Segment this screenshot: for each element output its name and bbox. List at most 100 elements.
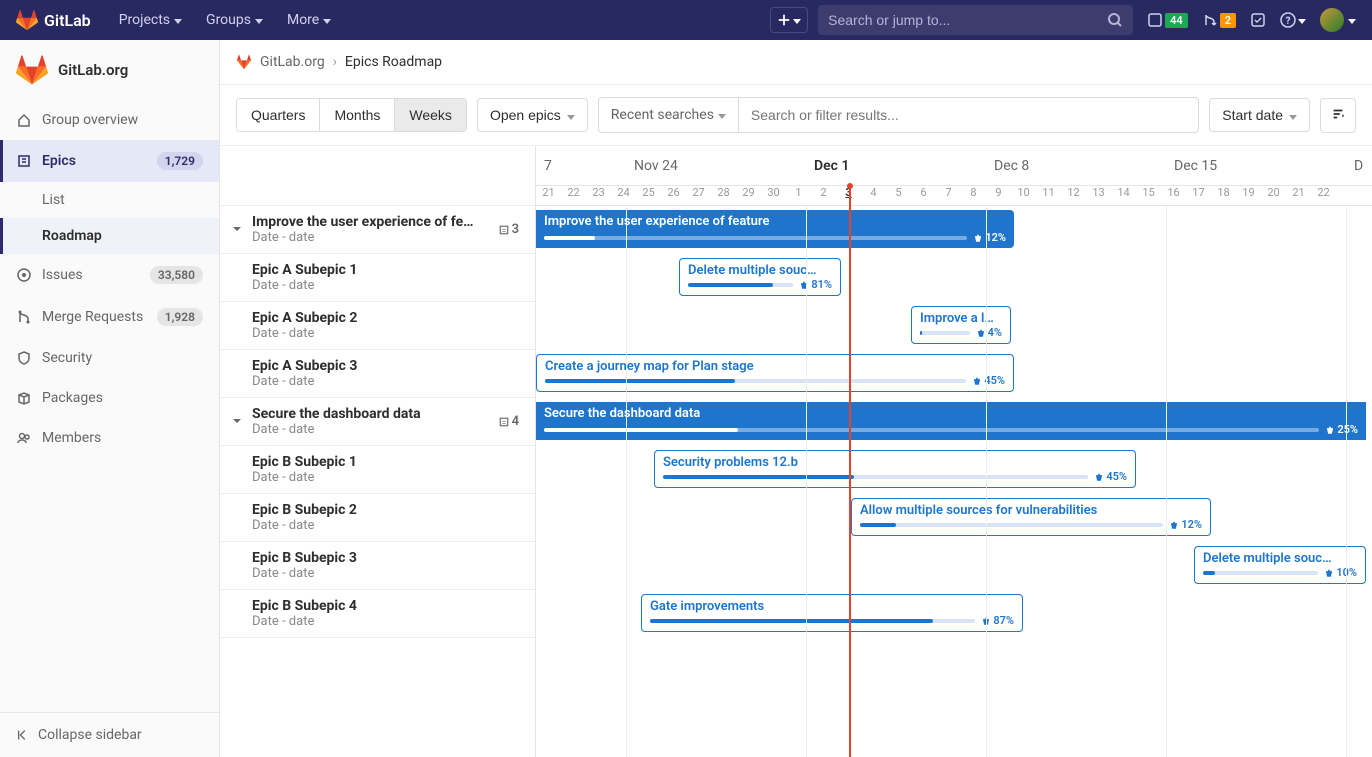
epic-bar[interactable]: Improve a l… 4%	[911, 306, 1011, 344]
track-row: Improve a l… 4%	[536, 302, 1372, 350]
day-cell: 27	[686, 186, 711, 205]
breadcrumb-separator: ›	[333, 54, 337, 70]
epic-row[interactable]: Epic A Subepic 2Date - date	[220, 302, 535, 350]
epic-title: Epic A Subepic 3	[252, 358, 519, 374]
sidebar-item-security[interactable]: Security	[0, 338, 219, 378]
progress-bar	[545, 379, 966, 383]
chevron-down-icon[interactable]	[232, 414, 248, 430]
todos-shortcut[interactable]	[1250, 12, 1266, 28]
timescale-weeks[interactable]: Weeks	[395, 99, 466, 131]
bar-title: Create a journey map for Plan stage	[545, 359, 1005, 374]
bar-title: Gate improvements	[650, 599, 1014, 614]
week-label: Nov 24	[626, 158, 678, 174]
search-input[interactable]	[828, 12, 1107, 28]
sidebar-item-group-overview[interactable]: Group overview	[0, 100, 219, 140]
epic-bar[interactable]: Allow multiple sources for vulnerabiliti…	[851, 498, 1211, 536]
epic-bar[interactable]: Delete multiple souc… 81%	[679, 258, 841, 296]
open-epics-dropdown[interactable]: Open epics	[477, 98, 588, 132]
recent-searches-dropdown[interactable]: Recent searches	[599, 98, 739, 132]
weight-icon	[1169, 520, 1179, 530]
epic-date: Date - date	[252, 374, 519, 389]
sidebar-item-merge-requests[interactable]: Merge Requests1,928	[0, 296, 219, 338]
today-marker	[849, 186, 851, 757]
day-cell: 5	[886, 186, 911, 205]
new-menu-button[interactable]	[770, 7, 808, 33]
epic-bar[interactable]: Improve the user experience of feature 1…	[536, 210, 1014, 248]
todo-icon	[1250, 12, 1266, 28]
bar-title: Security problems 12.b	[663, 455, 1127, 470]
progress-percent: 12%	[1169, 518, 1202, 531]
day-cell: 4	[861, 186, 886, 205]
timeline-area[interactable]: 7Nov 24Dec 1Dec 8Dec 15D 212223242526272…	[536, 146, 1372, 757]
badge-green: 44	[1165, 13, 1188, 28]
weight-icon	[972, 376, 982, 386]
sort-icon	[1331, 107, 1345, 121]
progress-percent: 4%	[976, 326, 1002, 339]
day-cell: 12	[1061, 186, 1086, 205]
week-label: Dec 15	[1166, 158, 1217, 174]
track-row: Secure the dashboard data 25%	[536, 398, 1372, 446]
day-cell: 18	[1211, 186, 1236, 205]
epic-row[interactable]: Epic B Subepic 2Date - date	[220, 494, 535, 542]
toolbar: QuartersMonthsWeeks Open epics Recent se…	[220, 85, 1372, 145]
breadcrumb-group[interactable]: GitLab.org	[260, 54, 325, 70]
epic-bar[interactable]: Security problems 12.b 45%	[654, 450, 1136, 488]
gitlab-logo[interactable]: GitLab	[16, 9, 91, 31]
start-date-dropdown[interactable]: Start date	[1209, 98, 1310, 132]
sort-direction-button[interactable]	[1320, 98, 1356, 133]
filter-input[interactable]	[739, 107, 1198, 123]
progress-percent: 10%	[1324, 566, 1357, 579]
bar-title: Delete multiple souc…	[1203, 551, 1357, 566]
epic-row[interactable]: Epic A Subepic 3Date - date	[220, 350, 535, 398]
bar-title: Secure the dashboard data	[544, 406, 1358, 421]
project-header[interactable]: GitLab.org	[0, 40, 219, 100]
weight-icon	[799, 280, 809, 290]
collapse-sidebar-button[interactable]: Collapse sidebar	[0, 712, 219, 757]
nav-more[interactable]: More	[277, 6, 341, 34]
breadcrumb-page: Epics Roadmap	[345, 54, 442, 70]
sidebar-sub-list[interactable]: List	[0, 182, 219, 218]
epic-bar[interactable]: Delete multiple souc… 10%	[1194, 546, 1366, 584]
epic-row[interactable]: Improve the user experience of fe…Date -…	[220, 206, 535, 254]
sidebar-item-members[interactable]: Members	[0, 418, 219, 458]
sidebar-item-label: Issues	[42, 267, 83, 283]
epic-row[interactable]: Epic B Subepic 1Date - date	[220, 446, 535, 494]
timescale-quarters[interactable]: Quarters	[237, 99, 320, 131]
sidebar-item-count: 33,580	[150, 266, 203, 284]
progress-bar	[920, 331, 970, 335]
epic-row[interactable]: Epic B Subepic 4Date - date	[220, 590, 535, 638]
user-menu[interactable]	[1320, 8, 1356, 32]
epic-date: Date - date	[252, 566, 519, 581]
epic-row[interactable]: Epic A Subepic 1Date - date	[220, 254, 535, 302]
epic-bar[interactable]: Secure the dashboard data 25%	[536, 402, 1366, 440]
epic-bar[interactable]: Gate improvements 87%	[641, 594, 1023, 632]
epic-title: Epic B Subepic 3	[252, 550, 519, 566]
bar-title: Improve the user experience of feature	[544, 214, 1006, 229]
global-search[interactable]	[818, 5, 1133, 35]
epic-icon	[498, 416, 510, 428]
merge-requests-shortcut[interactable]: 2	[1202, 12, 1236, 28]
epic-bar[interactable]: Create a journey map for Plan stage 45%	[536, 354, 1014, 392]
day-cell: 1	[786, 186, 811, 205]
timescale-months[interactable]: Months	[320, 99, 395, 131]
sidebar-sub-roadmap[interactable]: Roadmap	[0, 218, 219, 254]
collapse-icon	[16, 728, 30, 742]
epic-title: Improve the user experience of fe…	[252, 214, 498, 230]
progress-bar	[1203, 571, 1318, 575]
day-cell: 21	[1286, 186, 1311, 205]
epic-icon	[16, 153, 32, 169]
chevron-down-icon[interactable]	[232, 222, 248, 238]
nav-groups[interactable]: Groups	[196, 6, 273, 34]
issues-shortcut[interactable]: 44	[1147, 12, 1188, 28]
members-icon	[16, 430, 32, 446]
tanuki-icon	[236, 54, 252, 70]
help-menu[interactable]: ?	[1280, 12, 1306, 28]
sidebar-item-packages[interactable]: Packages	[0, 378, 219, 418]
weight-icon	[1325, 425, 1335, 435]
epic-row[interactable]: Secure the dashboard dataDate - date 4	[220, 398, 535, 446]
sidebar-item-issues[interactable]: Issues 33,580	[0, 254, 219, 296]
nav-projects[interactable]: Projects	[109, 6, 192, 34]
epic-row[interactable]: Epic B Subepic 3Date - date	[220, 542, 535, 590]
day-cell: 25	[636, 186, 661, 205]
sidebar-item-epics[interactable]: Epics1,729	[0, 140, 219, 182]
